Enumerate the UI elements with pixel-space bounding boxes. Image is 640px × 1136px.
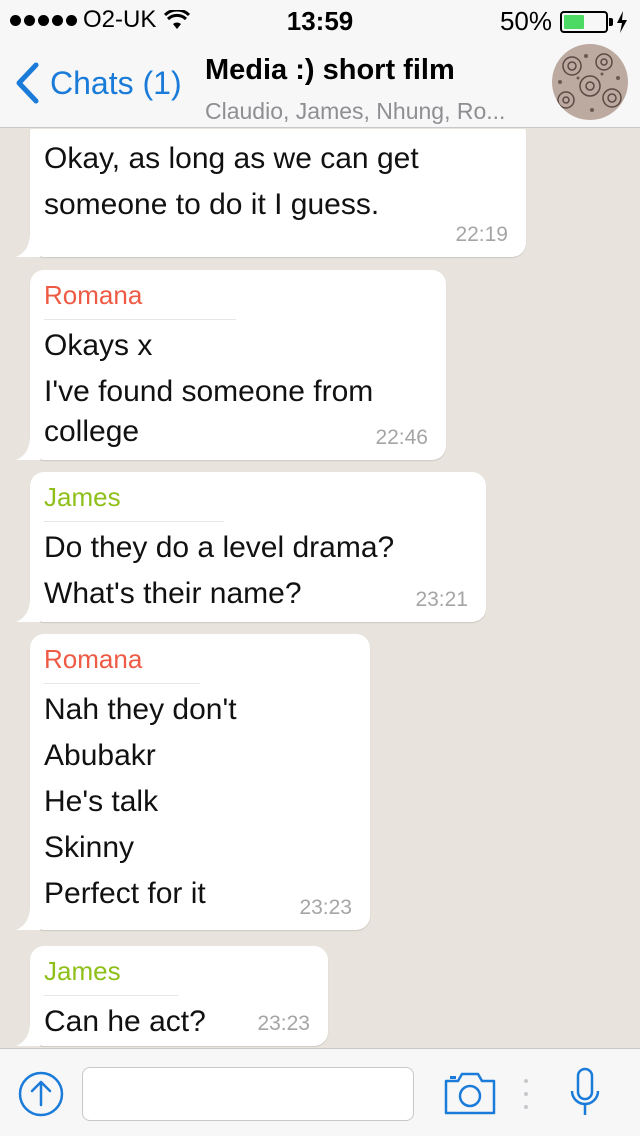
message-time: 23:21 <box>415 588 468 611</box>
message-line: He's talk <box>44 785 159 818</box>
bolt-icon <box>617 10 627 33</box>
bubble-tail <box>16 906 40 930</box>
message-bubble[interactable]: Romana Nah they don't Abubakr He's talk … <box>16 634 370 930</box>
message-time: 22:46 <box>375 426 428 449</box>
message-bubble[interactable]: James Can he act? 23:23 <box>16 946 328 1046</box>
sender-name[interactable]: Romana <box>44 644 200 684</box>
sender-name[interactable]: Romana <box>44 280 236 320</box>
message-line: I've found someone from <box>44 375 374 408</box>
bubble-tail <box>16 233 40 257</box>
bubble-tail <box>16 436 40 460</box>
message-bubble[interactable]: Romana Okays x I've found someone from c… <box>16 270 446 460</box>
message-line: Okays x <box>44 329 153 362</box>
message-line: Nah they don't <box>44 693 237 726</box>
nav-bar: Chats (1) Media :) short film Claudio, J… <box>0 40 640 128</box>
message-list[interactable]: Okay, as long as we can get someone to d… <box>0 129 640 1047</box>
message-time: 22:19 <box>455 223 508 246</box>
status-right: 50% <box>500 6 628 37</box>
upload-arrow-icon[interactable] <box>18 1071 64 1117</box>
group-avatar[interactable] <box>552 44 628 120</box>
chat-participants[interactable]: Claudio, James, Nhung, Ro... <box>205 98 540 125</box>
sender-name[interactable]: James <box>44 956 178 996</box>
sender-name[interactable]: James <box>44 482 224 522</box>
back-label: Chats (1) <box>50 64 182 101</box>
message-input[interactable] <box>82 1067 414 1121</box>
message-line: Abubakr <box>44 739 156 772</box>
chat-title[interactable]: Media :) short film <box>205 54 455 87</box>
message-bubble[interactable]: James Do they do a level drama? What's t… <box>16 472 486 622</box>
message-time: 23:23 <box>299 896 352 919</box>
bubble-tail <box>16 1022 40 1046</box>
message-line: Okay, as long as we can get <box>44 142 419 175</box>
message-line: What's their name? <box>44 577 302 610</box>
message-time: 23:23 <box>257 1012 310 1035</box>
battery-percent: 50% <box>499 6 552 36</box>
back-button[interactable]: Chats (1) <box>14 62 182 104</box>
message-line: someone to do it I guess. <box>44 188 380 221</box>
message-line: Skinny <box>44 831 135 864</box>
battery-icon <box>560 10 613 33</box>
bubble-tail <box>16 598 40 622</box>
status-bar: O2-UK 13:59 50% <box>0 0 640 40</box>
message-line: Do they do a level drama? <box>44 531 395 564</box>
camera-icon[interactable] <box>444 1071 496 1115</box>
chevron-left-icon <box>16 62 39 104</box>
message-line: college <box>44 415 140 448</box>
microphone-icon[interactable] <box>568 1067 602 1119</box>
input-bar <box>0 1048 640 1136</box>
separator-dots <box>524 1079 528 1109</box>
battery-fill <box>564 14 584 29</box>
message-bubble[interactable]: Okay, as long as we can get someone to d… <box>16 129 526 257</box>
